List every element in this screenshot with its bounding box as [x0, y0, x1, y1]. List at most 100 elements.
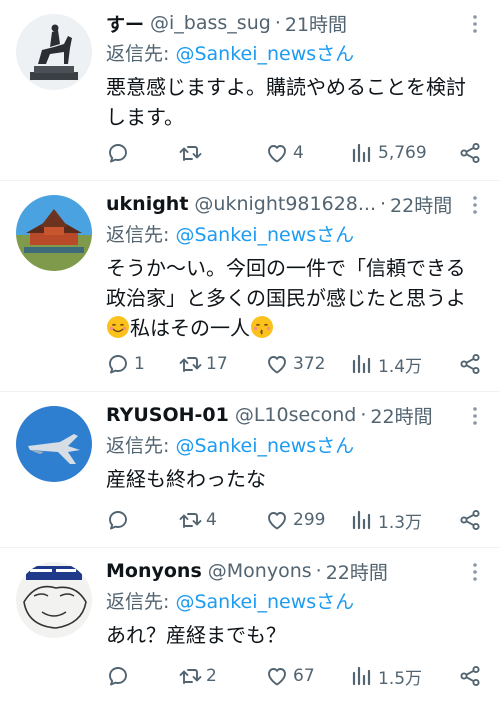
more-icon[interactable] [468, 406, 482, 426]
reply-context: 返信先: @Sankei_newsさん [106, 430, 482, 462]
like-button[interactable]: 4 [265, 141, 350, 165]
tweet-header: uknight @uknight981628... · 22時間 [106, 189, 482, 219]
action-bar: 4 5,769 [106, 138, 482, 168]
retweet-icon [178, 664, 202, 688]
display-name[interactable]: RYUSOH-01 [106, 404, 229, 426]
retweet-count: 2 [206, 666, 217, 686]
display-name[interactable]: すー [106, 10, 144, 37]
action-bar: 2 67 1.5万 [106, 661, 482, 691]
user-handle[interactable]: @i_bass_sug [150, 12, 271, 34]
view-count: 1.5万 [378, 668, 423, 689]
views-button[interactable]: 1.4万 [350, 352, 440, 377]
reply-mention[interactable]: @Sankei_newsさん [175, 591, 354, 613]
retweet-count: 17 [206, 354, 228, 374]
tweet-text: 産経も終わったな [106, 464, 482, 494]
timestamp[interactable]: 22時間 [326, 558, 388, 585]
retweet-icon [178, 508, 202, 532]
retweet-icon [178, 352, 202, 376]
timestamp[interactable]: 22時間 [390, 191, 452, 218]
retweet-button[interactable]: 17 [178, 352, 265, 376]
tweet-text-line: 政治家」と多くの国民が感じたと思うよ [106, 286, 466, 310]
more-icon[interactable] [468, 195, 482, 215]
tweet-text-line: 悪意感じますよ。購読やめることを検討 [106, 75, 466, 99]
heart-icon [265, 141, 289, 165]
like-count: 67 [293, 666, 315, 686]
view-count: 5,769 [378, 143, 427, 163]
tweet-text: 悪意感じますよ。購読やめることを検討 します。 [106, 72, 482, 132]
reply-mention[interactable]: @Sankei_newsさん [175, 43, 354, 65]
like-count: 4 [293, 143, 304, 163]
retweet-button[interactable] [178, 141, 265, 165]
tweet-text-line: あれ？産経までも？ [106, 623, 286, 647]
reply-button[interactable] [106, 664, 178, 688]
smiling-face-emoji [107, 316, 129, 338]
display-name[interactable]: uknight [106, 193, 188, 215]
reply-button[interactable] [106, 141, 178, 165]
tweet-header: Monyons @Monyons · 22時間 [106, 556, 482, 586]
like-button[interactable]: 299 [265, 508, 350, 532]
timestamp[interactable]: 21時間 [285, 10, 347, 37]
separator-dot: · [315, 560, 322, 582]
views-icon [350, 508, 374, 532]
avatar[interactable] [16, 406, 92, 482]
tweet-text: そうか〜い。今回の一件で「信頼できる 政治家」と多くの国民が感じたと思うよ 私は… [106, 253, 482, 343]
reply-prefix: 返信先: [106, 224, 176, 246]
more-icon[interactable] [468, 14, 482, 34]
action-bar: 1 17 372 1.4万 [106, 349, 482, 379]
separator-dot: · [380, 193, 387, 215]
like-count: 372 [293, 354, 326, 374]
tweet-text-line: 産経も終わったな [106, 467, 266, 491]
tweet[interactable]: uknight @uknight981628... · 22時間 返信先: @S… [0, 181, 500, 392]
share-button[interactable] [458, 664, 482, 688]
like-button[interactable]: 372 [265, 352, 350, 376]
views-button[interactable]: 5,769 [350, 141, 440, 165]
heart-icon [265, 352, 289, 376]
reply-button[interactable]: 1 [106, 352, 178, 376]
reply-prefix: 返信先: [106, 591, 176, 613]
more-icon[interactable] [468, 562, 482, 582]
reply-icon [106, 508, 130, 532]
share-button[interactable] [458, 352, 482, 376]
reply-count: 1 [134, 354, 145, 374]
like-count: 299 [293, 510, 326, 530]
reply-icon [106, 141, 130, 165]
view-count: 1.4万 [378, 356, 423, 377]
reply-prefix: 返信先: [106, 43, 176, 65]
kissing-face-emoji [251, 316, 273, 338]
share-button[interactable] [458, 141, 482, 165]
share-icon [458, 352, 482, 376]
share-button[interactable] [458, 508, 482, 532]
retweet-icon [178, 141, 202, 165]
user-handle[interactable]: @L10second [235, 404, 357, 426]
reply-mention[interactable]: @Sankei_newsさん [175, 224, 354, 246]
avatar[interactable] [16, 195, 92, 271]
reply-prefix: 返信先: [106, 435, 176, 457]
tweet[interactable]: すー @i_bass_sug · 21時間 返信先: @Sankei_newsさ… [0, 0, 500, 181]
avatar[interactable] [16, 562, 92, 638]
tweet[interactable]: RYUSOH-01 @L10second · 22時間 返信先: @Sankei… [0, 392, 500, 548]
tweet-text-line: そうか〜い。今回の一件で「信頼できる [106, 256, 466, 280]
user-handle[interactable]: @Monyons [208, 560, 312, 582]
view-count: 1.3万 [378, 512, 423, 533]
views-button[interactable]: 1.3万 [350, 508, 440, 533]
like-button[interactable]: 67 [265, 664, 350, 688]
separator-dot: · [274, 12, 281, 34]
action-bar: 4 299 1.3万 [106, 505, 482, 535]
views-button[interactable]: 1.5万 [350, 664, 440, 689]
retweet-button[interactable]: 2 [178, 664, 265, 688]
tweet-text-fragment: 私はその一人 [130, 316, 250, 340]
tweet-text: あれ？産経までも？ [106, 620, 482, 650]
share-icon [458, 141, 482, 165]
tweet-header: すー @i_bass_sug · 21時間 [106, 8, 482, 38]
reply-mention[interactable]: @Sankei_newsさん [175, 435, 354, 457]
reply-context: 返信先: @Sankei_newsさん [106, 219, 482, 251]
timestamp[interactable]: 22時間 [370, 402, 432, 429]
display-name[interactable]: Monyons [106, 560, 202, 582]
reply-button[interactable] [106, 508, 178, 532]
retweet-button[interactable]: 4 [178, 508, 265, 532]
reply-icon [106, 664, 130, 688]
tweet[interactable]: Monyons @Monyons · 22時間 返信先: @Sankei_new… [0, 548, 500, 707]
retweet-count: 4 [206, 510, 217, 530]
user-handle[interactable]: @uknight981628... [194, 193, 376, 215]
avatar[interactable] [16, 14, 92, 90]
